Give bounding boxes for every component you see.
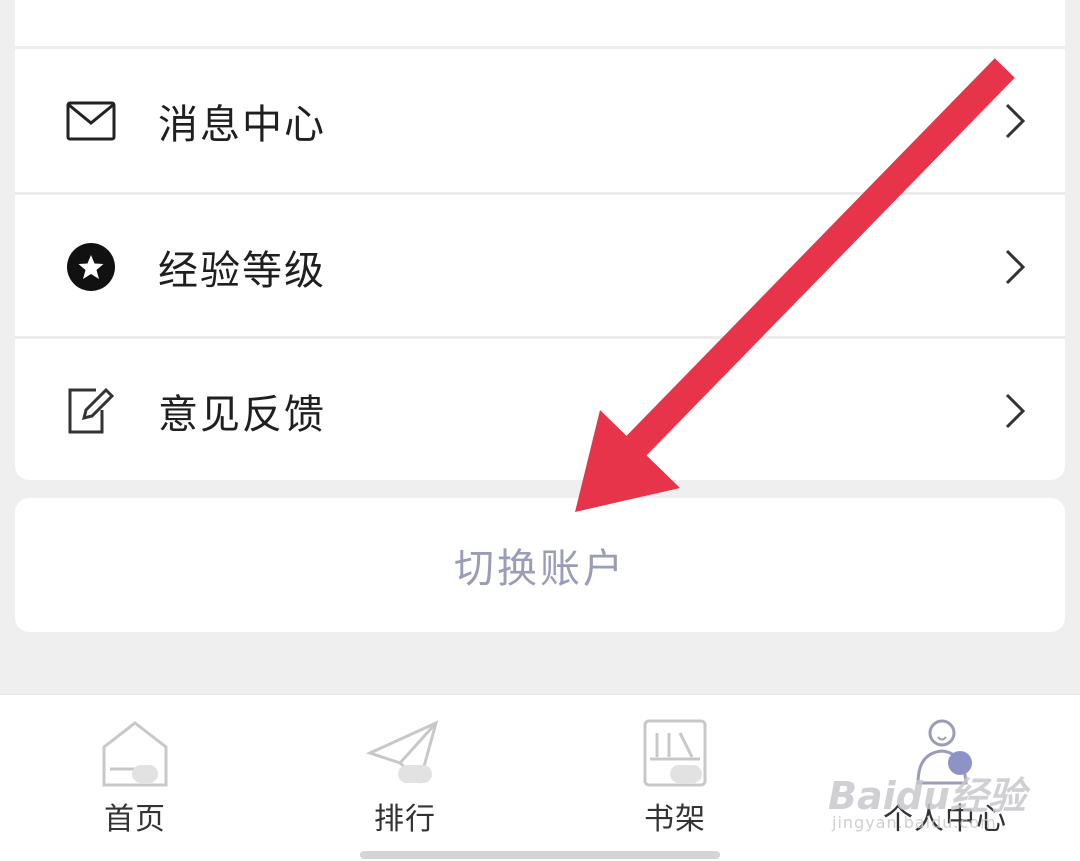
tab-ranking[interactable]: 排行 [315, 695, 495, 837]
tab-bookshelf[interactable]: 书架 [585, 695, 765, 837]
tab-profile[interactable]: 个人中心 [855, 695, 1035, 837]
star-badge-icon [65, 241, 117, 293]
chevron-right-icon [1005, 393, 1026, 428]
edit-icon [65, 385, 117, 437]
menu-item-label: 经验等级 [158, 247, 326, 294]
tab-label: 书架 [644, 802, 706, 837]
chevron-right-icon [1005, 103, 1026, 138]
home-icon [102, 721, 168, 787]
menu-item-label: 消息中心 [158, 101, 326, 148]
chevron-right-icon [1005, 249, 1026, 284]
menu-card: 消息中心 经验等级 意见反馈 [15, 0, 1065, 480]
menu-item-experience-level[interactable]: 经验等级 [15, 195, 1065, 338]
menu-item-label: 意见反馈 [158, 391, 326, 438]
menu-item-feedback[interactable]: 意见反馈 [15, 339, 1065, 480]
bottom-tab-bar: 首页 排行 书架 个人中心 [0, 694, 1080, 861]
tab-label: 首页 [104, 802, 166, 837]
home-indicator[interactable] [360, 851, 720, 859]
paper-plane-icon [365, 720, 439, 784]
switch-account-label: 切换账户 [454, 546, 626, 592]
menu-item-messages[interactable]: 消息中心 [15, 49, 1065, 192]
tab-home[interactable]: 首页 [45, 695, 225, 837]
tab-label: 排行 [374, 802, 436, 837]
user-icon [916, 719, 972, 785]
mail-icon [65, 95, 117, 147]
bookshelf-icon [643, 719, 707, 787]
switch-account-button[interactable]: 切换账户 [15, 498, 1065, 632]
tab-label: 个人中心 [883, 802, 1007, 837]
